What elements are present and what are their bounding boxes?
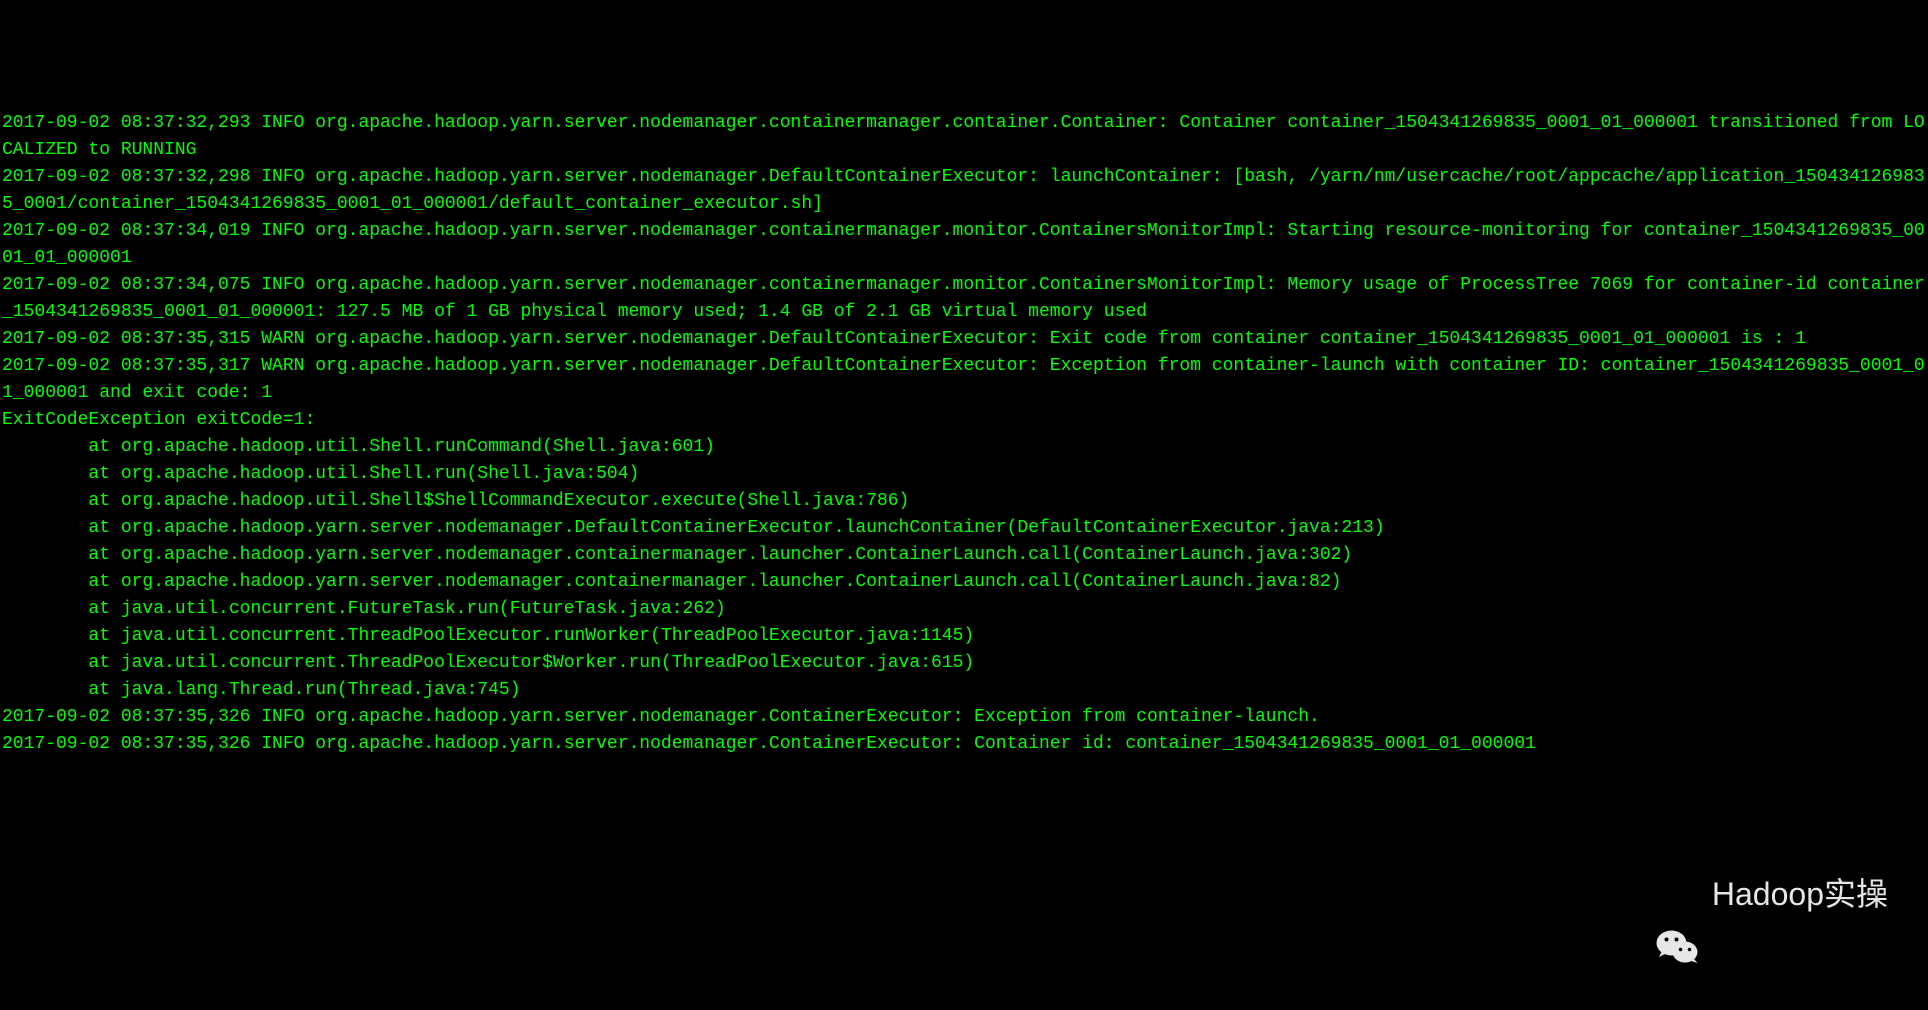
terminal-output: 2017-09-02 08:37:32,293 INFO org.apache.… <box>2 110 1926 758</box>
log-line-stacktrace: at org.apache.hadoop.yarn.server.nodeman… <box>2 518 1385 538</box>
log-line: ExitCodeException exitCode=1: <box>2 410 315 430</box>
watermark-text: Hadoop实操 <box>1712 870 1888 918</box>
log-line: 2017-09-02 08:37:35,315 WARN org.apache.… <box>2 329 1806 349</box>
log-line-stacktrace: at org.apache.hadoop.yarn.server.nodeman… <box>2 545 1352 565</box>
watermark: Hadoop实操 <box>1654 869 1888 919</box>
wechat-icon <box>1654 869 1704 919</box>
log-line: 2017-09-02 08:37:34,075 INFO org.apache.… <box>2 275 1925 322</box>
log-line-stacktrace: at org.apache.hadoop.util.Shell$ShellCom… <box>2 491 909 511</box>
log-line: 2017-09-02 08:37:35,326 INFO org.apache.… <box>2 707 1320 727</box>
log-line: 2017-09-02 08:37:35,317 WARN org.apache.… <box>2 356 1925 403</box>
log-line: 2017-09-02 08:37:32,293 INFO org.apache.… <box>2 113 1925 160</box>
log-line-stacktrace: at org.apache.hadoop.yarn.server.nodeman… <box>2 572 1341 592</box>
log-line-stacktrace: at org.apache.hadoop.util.Shell.runComma… <box>2 437 715 457</box>
log-line: 2017-09-02 08:37:32,298 INFO org.apache.… <box>2 167 1925 214</box>
log-line: 2017-09-02 08:37:34,019 INFO org.apache.… <box>2 221 1925 268</box>
log-line-stacktrace: at java.util.concurrent.ThreadPoolExecut… <box>2 626 974 646</box>
log-line: 2017-09-02 08:37:35,326 INFO org.apache.… <box>2 734 1536 754</box>
log-line-stacktrace: at org.apache.hadoop.util.Shell.run(Shel… <box>2 464 639 484</box>
log-line-stacktrace: at java.util.concurrent.FutureTask.run(F… <box>2 599 726 619</box>
log-line-stacktrace: at java.util.concurrent.ThreadPoolExecut… <box>2 653 974 673</box>
log-line-stacktrace: at java.lang.Thread.run(Thread.java:745) <box>2 680 521 700</box>
